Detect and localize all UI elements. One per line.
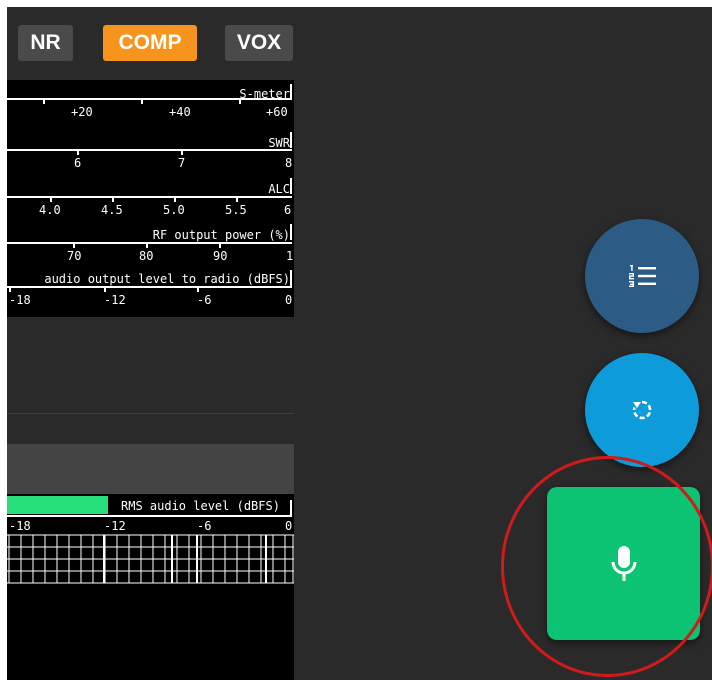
rf-power-meter-title: RF output power (%) xyxy=(152,228,290,242)
meter-scale-line xyxy=(7,286,292,288)
meter-end-tick xyxy=(290,178,292,194)
meter-panel: S-meter +20 +40 +60 SWR 6 7 8 ALC 4.0 4.… xyxy=(7,80,294,317)
meter-tick-label: -6 xyxy=(197,519,212,533)
control-bar xyxy=(7,444,294,494)
meter-tick-label: 0 xyxy=(285,293,293,307)
meter-tick-label: 8 xyxy=(285,156,293,170)
meter-tick-label: -6 xyxy=(197,293,212,307)
meter-end-tick xyxy=(290,132,292,148)
meter-tick xyxy=(50,198,52,202)
meter-tick-label: 80 xyxy=(139,249,154,263)
meter-tick xyxy=(9,288,11,292)
meter-tick-label: 5.0 xyxy=(163,203,185,217)
meter-tick xyxy=(239,100,241,104)
rms-meter-title: RMS audio level (dBFS) xyxy=(121,499,280,513)
meter-tick xyxy=(236,198,238,202)
meter-tick-label: -18 xyxy=(9,293,31,307)
meter-tick-label: 0 xyxy=(285,519,293,533)
meter-tick xyxy=(77,151,79,155)
meter-tick xyxy=(197,288,199,292)
rms-level-bar xyxy=(7,496,108,514)
refresh-icon xyxy=(632,400,652,420)
app-stage: NR COMP VOX S-meter +20 +40 +60 SWR 6 7 … xyxy=(7,7,712,680)
meter-tick xyxy=(146,244,148,248)
meter-tick-label: 5.5 xyxy=(225,203,247,217)
meter-scale-line xyxy=(7,242,292,244)
meter-tick-label: 6 xyxy=(74,156,82,170)
meter-tick-label: +40 xyxy=(169,105,191,119)
rf-power-meter: RF output power (%) 70 80 90 1 xyxy=(7,218,294,264)
meter-tick xyxy=(141,100,143,104)
vox-toggle-button[interactable]: VOX xyxy=(225,25,293,61)
highlight-circle xyxy=(501,456,712,677)
audio-output-meter-title: audio output level to radio (dBFS) xyxy=(44,272,290,286)
meter-tick-label: +60 xyxy=(266,105,288,119)
alc-meter-title: ALC xyxy=(268,182,290,196)
meter-tick-label: -12 xyxy=(104,293,126,307)
alc-meter: ALC 4.0 4.5 5.0 5.5 6 xyxy=(7,172,294,218)
meter-tick xyxy=(104,288,106,292)
s-meter: S-meter +20 +40 +60 xyxy=(7,80,294,126)
rms-meter: RMS audio level (dBFS) -18 -12 -6 0 xyxy=(7,494,294,680)
meter-scale-line xyxy=(7,149,292,151)
meter-end-tick xyxy=(290,500,292,517)
meter-tick-label: 6 xyxy=(284,203,292,217)
meter-tick-label: 90 xyxy=(213,249,228,263)
meter-tick xyxy=(219,244,221,248)
meter-tick xyxy=(112,198,114,202)
swr-meter: SWR 6 7 8 xyxy=(7,126,294,172)
meter-tick xyxy=(73,244,75,248)
meter-tick-label: +20 xyxy=(71,105,93,119)
swr-meter-title: SWR xyxy=(268,136,290,150)
meter-tick xyxy=(174,198,176,202)
meter-tick-label: 70 xyxy=(67,249,82,263)
rms-history-grid xyxy=(7,534,294,584)
meter-scale-line xyxy=(7,98,292,100)
numbered-list-icon xyxy=(629,265,656,287)
meter-tick-label: -18 xyxy=(9,519,31,533)
section-divider xyxy=(7,413,294,414)
nr-toggle-button[interactable]: NR xyxy=(18,25,73,61)
meter-scale-line xyxy=(7,515,292,517)
meter-tick-label: 7 xyxy=(178,156,186,170)
meter-end-tick xyxy=(290,224,292,240)
comp-toggle-button[interactable]: COMP xyxy=(103,25,197,61)
meter-tick-label: 4.0 xyxy=(39,203,61,217)
refresh-fab-button[interactable] xyxy=(585,353,699,467)
meter-tick xyxy=(43,100,45,104)
meter-tick-label: -12 xyxy=(104,519,126,533)
meter-end-tick xyxy=(290,270,292,286)
meter-tick xyxy=(181,151,183,155)
audio-output-meter: audio output level to radio (dBFS) -18 -… xyxy=(7,264,294,310)
meter-tick-label: 1 xyxy=(286,249,294,263)
meter-tick-label: 4.5 xyxy=(101,203,123,217)
list-fab-button[interactable] xyxy=(585,219,699,333)
